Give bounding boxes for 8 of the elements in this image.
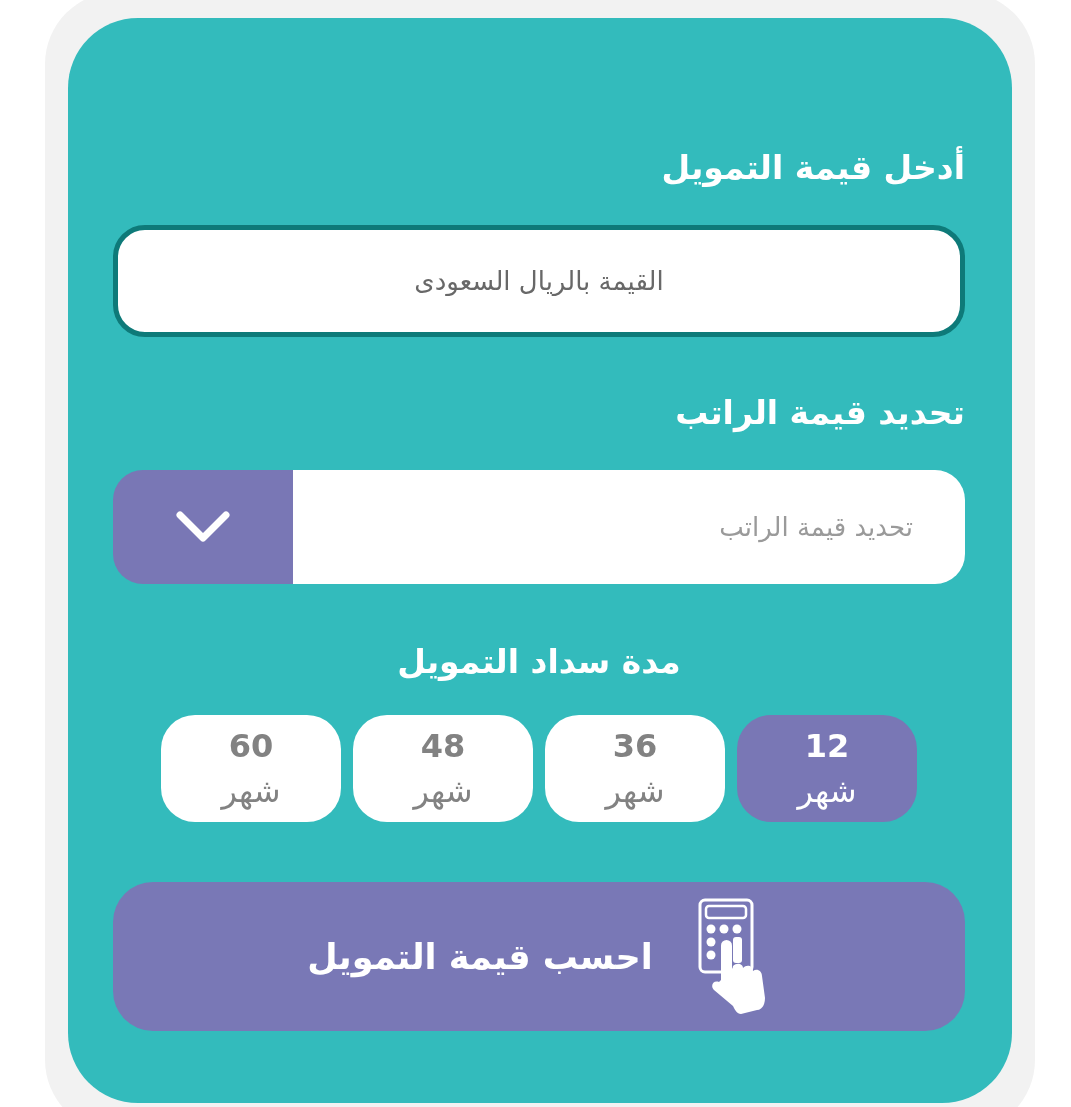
duration-heading: مدة سداد التمويل	[397, 641, 681, 683]
salary-select-field[interactable]: تحديد قيمة الراتب	[293, 470, 965, 584]
amount-input-field[interactable]: القيمة بالريال السعودى	[113, 225, 965, 337]
amount-heading: أدخل قيمة التمويل	[661, 145, 965, 189]
chevron-down-icon	[176, 511, 230, 543]
salary-heading: تحديد قيمة الراتب	[675, 392, 965, 435]
calculate-button[interactable]: احسب قيمة التمويل	[113, 882, 965, 1031]
dropdown-toggle-button[interactable]	[113, 470, 293, 584]
